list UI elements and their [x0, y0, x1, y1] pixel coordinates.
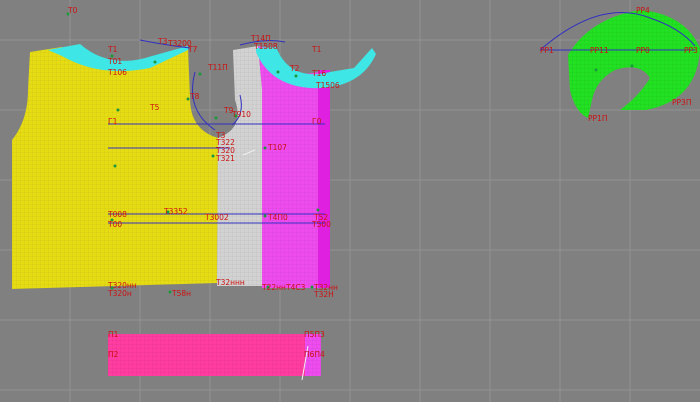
front-edge-strip	[318, 70, 330, 288]
label-g1: Г1	[108, 117, 118, 126]
label-t3-top: Т3	[157, 37, 168, 46]
label-t321: Т321	[215, 154, 235, 163]
label-p2: П2	[108, 350, 119, 359]
label-t16: Т16	[311, 69, 326, 78]
label-t0: Т0	[67, 6, 78, 15]
label-pp10: РР1П	[588, 114, 607, 123]
label-pp0: РР0	[636, 46, 650, 55]
label-pp3p: РР3П	[672, 98, 691, 107]
label-p6p4: П6П4	[304, 350, 325, 359]
label-t22nn: Т22нн	[261, 283, 286, 292]
back-piece-grid	[12, 47, 218, 289]
label-t150: Т1508	[253, 42, 278, 51]
label-t4c3: Т4С3	[285, 283, 306, 292]
label-pp1: РР1	[540, 46, 554, 55]
label-pp3: РР3	[684, 46, 698, 55]
label-t352: Т3352	[163, 207, 188, 216]
label-t1-left: Т1	[107, 45, 118, 54]
label-t500: Т500	[311, 220, 331, 229]
label-t106: Т106	[107, 68, 127, 77]
label-t4n0: Т4П0	[267, 213, 288, 222]
label-p1: П1	[108, 330, 119, 339]
label-t5: Т5	[149, 103, 160, 112]
label-t1-right: Т1	[311, 45, 322, 54]
label-pp4: РР4	[636, 6, 650, 15]
label-t910: Т910	[231, 110, 251, 119]
label-t01: Т01	[107, 57, 122, 66]
label-t00: Т00	[107, 220, 122, 229]
label-t58n: Т58н	[171, 289, 191, 298]
label-t302: Т3002	[204, 213, 229, 222]
label-t008: Т008	[107, 210, 127, 219]
waistband-grid	[108, 334, 305, 376]
label-t7: Т7	[187, 45, 198, 54]
label-t2: Т2	[289, 64, 300, 73]
label-t1506: Т1506	[315, 81, 340, 90]
label-t8: Т8	[189, 92, 200, 101]
label-t110: Т11П	[207, 63, 228, 72]
label-t320n: Т320н	[107, 289, 132, 298]
label-pp11: РР11	[590, 46, 609, 55]
label-p5p3: П5П3	[304, 330, 325, 339]
side-panel-grid	[217, 46, 262, 286]
label-t107: Т107	[267, 143, 287, 152]
label-g0: Г0	[312, 117, 322, 126]
label-tcoll: Т32ннн	[215, 278, 245, 287]
label-t32n-r: Т32Н	[313, 290, 334, 299]
pattern-canvas[interactable]: Т0 Т1 Т01 Т106 Т3 Т3200 Т7 Т14П Т1508 Т1…	[0, 0, 700, 402]
